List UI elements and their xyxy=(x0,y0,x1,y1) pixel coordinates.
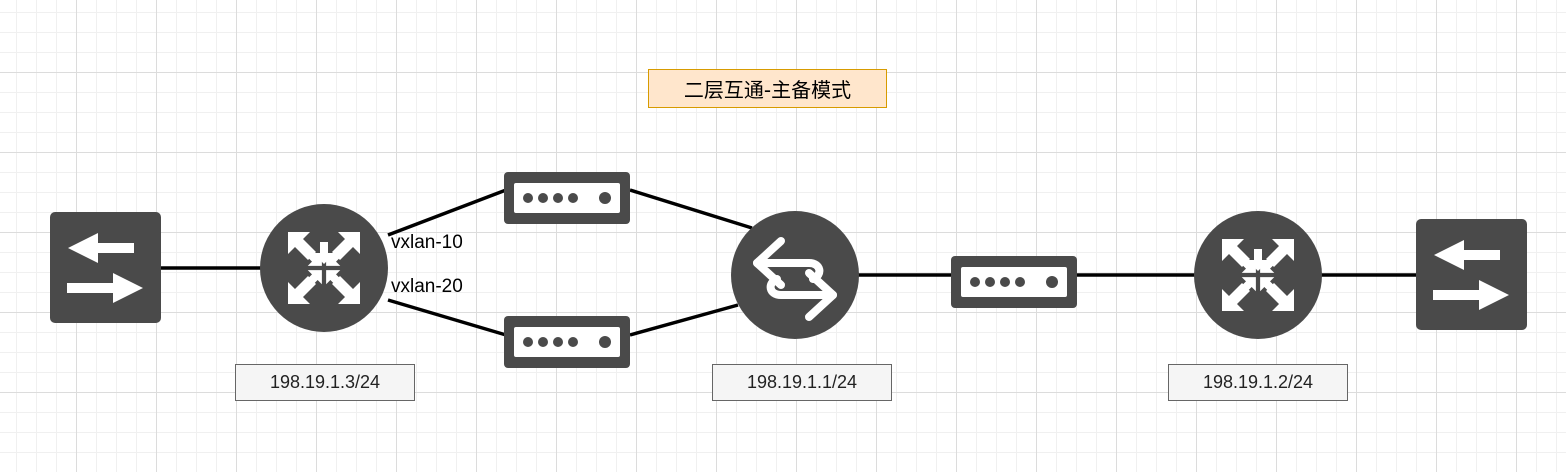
router-left-ip-label: 198.19.1.3/24 xyxy=(235,364,415,401)
diagram-title: 二层互通-主备模式 xyxy=(648,69,887,108)
modem-icon[interactable] xyxy=(504,316,630,368)
link-modem-top-switch-center xyxy=(629,188,753,230)
vxlan-10-label: vxlan-10 xyxy=(391,232,463,253)
modem-icon[interactable] xyxy=(504,172,630,224)
switch-center-ip-label: 198.19.1.1/24 xyxy=(712,364,892,401)
switch-icon[interactable] xyxy=(50,212,161,323)
switch-icon[interactable] xyxy=(1416,219,1527,330)
link-modem-bottom-switch-center xyxy=(629,303,739,337)
modem-icon[interactable] xyxy=(951,256,1077,308)
router-icon[interactable] xyxy=(1194,211,1322,339)
router-right-ip-label: 198.19.1.2/24 xyxy=(1168,364,1348,401)
l3-switch-icon[interactable] xyxy=(731,211,859,339)
link-router-left-modem-top xyxy=(387,188,507,237)
vxlan-20-label: vxlan-20 xyxy=(391,276,463,297)
link-router-left-modem-bottom xyxy=(387,298,507,337)
router-icon[interactable] xyxy=(260,204,388,332)
